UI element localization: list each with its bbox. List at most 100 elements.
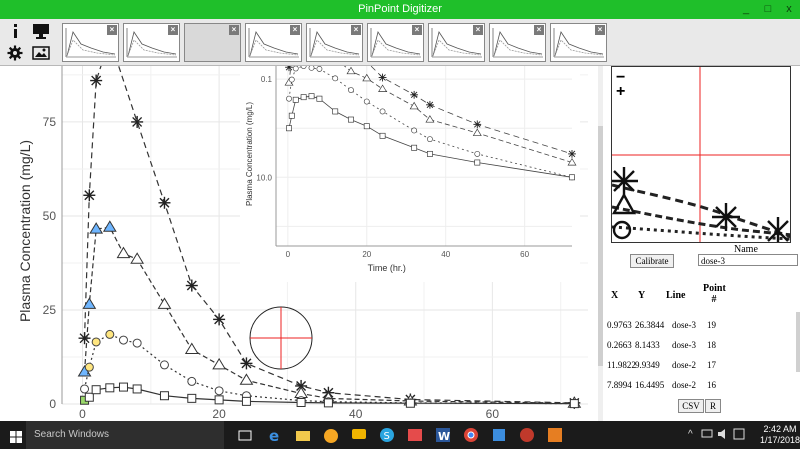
thumbnail-3[interactable]: × — [184, 23, 241, 62]
data-point — [91, 385, 101, 395]
photos-icon[interactable] — [490, 426, 508, 444]
word-icon[interactable]: W — [434, 426, 452, 444]
maximize-button[interactable]: □ — [758, 2, 778, 17]
table-cell-line[interactable]: dose-3 — [672, 340, 696, 350]
close-thumbnail-icon[interactable]: × — [595, 25, 605, 35]
svg-text:e: e — [269, 427, 279, 444]
windows-start-icon[interactable] — [10, 430, 22, 448]
inset-chart: 0.1 10.0 0 20 40 60 Time (hr.) Plasma Concentra… — [240, 66, 580, 282]
main-chart[interactable]: 0 25 50 75 0 20 40 60 Plasma Concentration (mg/L… — [0, 66, 598, 421]
close-thumbnail-icon[interactable]: × — [473, 25, 483, 35]
table-cell-y[interactable]: 16.4495 — [635, 380, 664, 390]
zoom-out-button[interactable]: + — [616, 84, 625, 100]
chat-icon[interactable] — [350, 426, 368, 444]
table-scrollbar[interactable] — [796, 312, 800, 372]
close-thumbnail-icon[interactable]: × — [107, 25, 117, 35]
close-thumbnail-icon[interactable]: × — [168, 25, 178, 35]
table-cell-y[interactable]: 9.9349 — [635, 360, 660, 370]
data-point — [158, 196, 171, 209]
y-axis-label: Plasma Concentration (mg/L) — [17, 140, 33, 322]
close-thumbnail-icon[interactable]: × — [290, 25, 300, 35]
table-cell-line[interactable]: dose-2 — [672, 380, 696, 390]
data-point — [569, 399, 579, 409]
thumbnail-1[interactable]: × — [62, 23, 119, 62]
inset-y-tick-label: 10.0 — [256, 173, 272, 182]
crosshair-cursor — [249, 306, 313, 370]
svg-text:S: S — [384, 431, 390, 442]
table-cell-point[interactable]: 17 — [707, 360, 716, 370]
file-explorer-icon[interactable] — [294, 426, 312, 444]
notification-icon[interactable] — [732, 427, 750, 445]
close-thumbnail-icon[interactable]: × — [229, 25, 239, 35]
gauge-icon[interactable] — [322, 426, 340, 444]
close-thumbnail-icon[interactable]: × — [412, 25, 422, 35]
thumbnail-9[interactable]: × — [550, 23, 607, 62]
edge-icon[interactable]: e — [266, 426, 284, 445]
image-icon[interactable] — [30, 43, 52, 63]
inset-data-point — [426, 136, 433, 143]
y-tick-label: 50 — [43, 209, 57, 223]
magnifier-view: − + — [611, 66, 791, 243]
inset-data-point — [288, 112, 295, 119]
table-cell-point[interactable]: 16 — [707, 380, 716, 390]
data-point — [84, 362, 94, 372]
data-point — [159, 391, 169, 401]
col-header-y: Y — [638, 290, 646, 301]
table-cell-x[interactable]: 11.9822 — [607, 360, 636, 370]
app-red-icon[interactable] — [518, 426, 536, 444]
inset-data-point — [426, 150, 433, 157]
inset-data-point — [292, 96, 299, 103]
gear-icon[interactable] — [4, 43, 26, 63]
table-cell-y[interactable]: 26.3844 — [635, 320, 664, 330]
skype-icon[interactable]: S — [378, 426, 396, 444]
inset-data-point — [300, 94, 307, 101]
inset-data-point — [308, 66, 315, 71]
data-point — [241, 396, 251, 406]
data-point — [105, 329, 115, 339]
table-cell-point[interactable]: 19 — [707, 320, 716, 330]
data-point — [187, 393, 197, 403]
table-cell-point[interactable]: 18 — [707, 340, 716, 350]
taskbar-clock[interactable]: 2:42 AM 1/17/2018 — [760, 424, 800, 446]
inset-data-point — [363, 98, 370, 105]
table-cell-line[interactable]: dose-3 — [672, 320, 696, 330]
inset-data-point — [332, 75, 339, 82]
tray-chevron-icon[interactable]: ^ — [688, 429, 693, 440]
thumbnail-7[interactable]: × — [428, 23, 485, 62]
thumbnail-4[interactable]: × — [245, 23, 302, 62]
thumbnail-5[interactable]: × — [306, 23, 363, 62]
close-thumbnail-icon[interactable]: × — [351, 25, 361, 35]
chrome-icon[interactable] — [462, 426, 480, 444]
table-cell-x[interactable]: 0.9763 — [607, 320, 632, 330]
data-point — [84, 392, 94, 402]
data-point — [91, 337, 101, 347]
table-cell-x[interactable]: 7.8994 — [607, 380, 632, 390]
monitor-icon[interactable] — [30, 21, 52, 41]
side-panel: − + Name Calibrate dose-3 X Y Line Point… — [603, 66, 800, 421]
table-cell-line[interactable]: dose-2 — [672, 360, 696, 370]
calibrate-button[interactable]: Calibrate — [630, 254, 674, 268]
table-cell-x[interactable]: 0.2663 — [607, 340, 632, 350]
minimize-button[interactable]: _ — [736, 2, 756, 17]
data-point — [405, 398, 415, 408]
table-cell-y[interactable]: 8.1433 — [635, 340, 660, 350]
x-tick-label: 40 — [349, 407, 363, 421]
thumbnail-2[interactable]: × — [123, 23, 180, 62]
inset-data-point — [411, 127, 418, 134]
thumbnail-8[interactable]: × — [489, 23, 546, 62]
taskbar-search[interactable]: Search Windows — [26, 421, 224, 449]
data-point — [132, 384, 142, 394]
inset-data-point — [348, 87, 354, 93]
mail-icon[interactable] — [406, 426, 424, 444]
info-icon[interactable] — [4, 21, 26, 41]
pinpoint-taskbar-icon[interactable] — [546, 426, 564, 444]
name-input[interactable]: dose-3 — [698, 254, 798, 266]
data-point — [296, 397, 306, 407]
close-button[interactable]: x — [779, 2, 799, 17]
digitizer-canvas[interactable]: 0 25 50 75 0 20 40 60 Plasma Concentration (mg/L… — [0, 66, 598, 421]
close-thumbnail-icon[interactable]: × — [534, 25, 544, 35]
thumbnail-6[interactable]: × — [367, 23, 424, 62]
csv-button[interactable]: CSV — [678, 399, 704, 413]
task-view-icon[interactable] — [236, 426, 254, 444]
r-button[interactable]: R — [705, 399, 721, 413]
